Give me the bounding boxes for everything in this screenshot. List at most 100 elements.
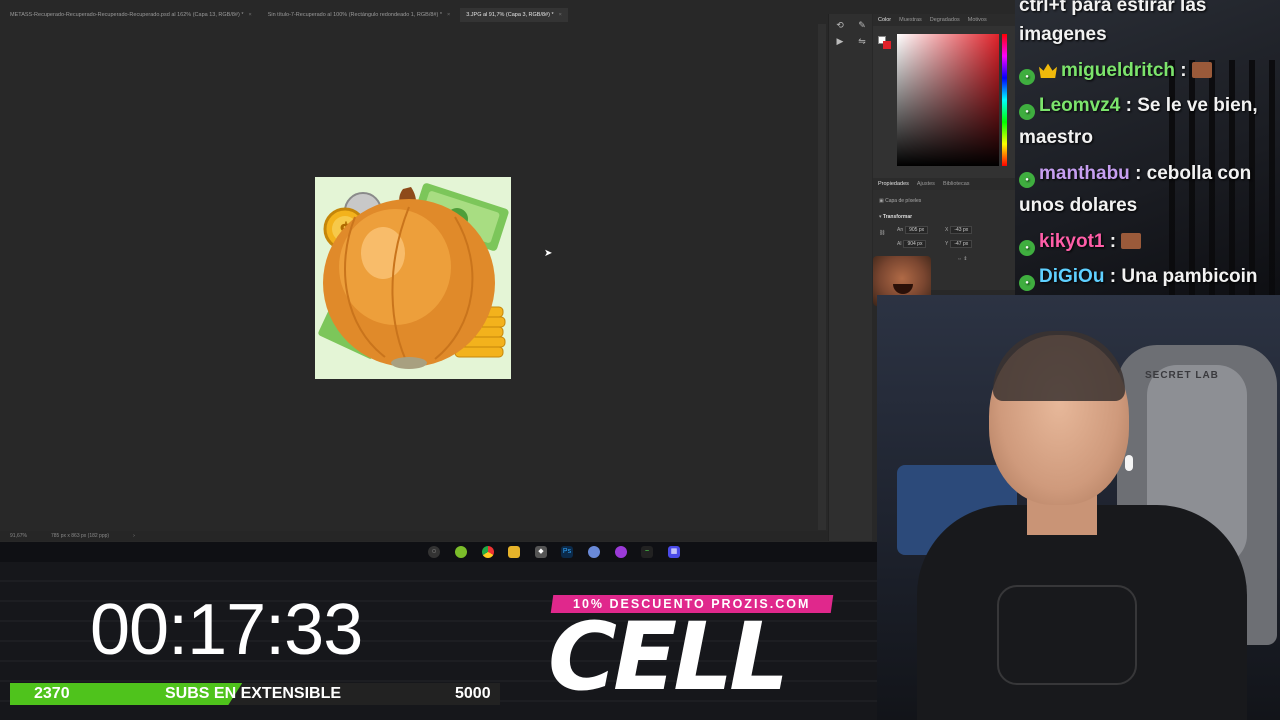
taskbar: ◌ ◆ Ps ~ ▦ [0, 542, 877, 562]
height-value[interactable]: 904 px [903, 240, 927, 248]
shirt-print [997, 585, 1137, 685]
transform-label: Transformar [882, 214, 913, 220]
subs-label: SUBS EN EXTENSIBLE [165, 685, 342, 702]
tab-gradients[interactable]: Degradados [930, 17, 960, 23]
transform-header[interactable]: ▾ Transformar [879, 214, 912, 220]
tab-swatches[interactable]: Muestras [899, 17, 922, 23]
layer-type-row: ▣ Capa de píxeles [879, 198, 921, 204]
close-icon[interactable]: × [248, 12, 251, 18]
message-text: Se le ve bien, [1137, 95, 1258, 116]
link-icon[interactable]: ⛓ [879, 230, 885, 236]
tab-properties[interactable]: Propiedades [878, 181, 909, 187]
zoom-level[interactable]: 91,67% [10, 533, 27, 539]
x-value[interactable]: -43 px [950, 226, 973, 234]
chat-badge-icon: ● [1019, 275, 1035, 291]
tab-patterns[interactable]: Motivos [968, 17, 987, 23]
xbox-icon[interactable] [455, 546, 467, 558]
crown-icon [1039, 63, 1057, 78]
tab-libraries[interactable]: Bibliotecas [943, 181, 970, 187]
x-field[interactable]: X -43 px [945, 226, 973, 234]
layer-type-label: Capa de píxeles [885, 198, 922, 204]
color-picker-field[interactable] [897, 34, 999, 166]
close-icon[interactable]: × [559, 12, 562, 18]
chat-message: ● Leomvz4 : Se le ve bien, [1019, 90, 1258, 122]
tab-label: Sin título-7-Recuperado al 100% (Rectáng… [267, 12, 442, 18]
emote-icon [1121, 233, 1142, 249]
adjust-icon[interactable]: ⇋ [857, 36, 867, 46]
flip-icon[interactable]: ⇔ ⇕ [957, 256, 968, 262]
onion-image: $ [315, 177, 511, 379]
chat-username[interactable]: DiGiOu [1039, 266, 1104, 287]
chat-message: unos dolares [1019, 190, 1137, 222]
message-text: Una pambicoin [1121, 266, 1258, 287]
message-separator: : [1109, 266, 1117, 287]
chat-message: ● DiGiOu : Una pambicoin [1019, 261, 1258, 293]
message-text: maestro [1019, 127, 1093, 148]
message-text: imagenes [1019, 24, 1107, 45]
doc-tab-1[interactable]: METASS-Recuperado-Recuperado-Recuperado-… [4, 8, 258, 22]
terminal-icon[interactable]: ~ [641, 546, 653, 558]
doc-tab-2[interactable]: Sin título-7-Recuperado al 100% (Rectáng… [262, 8, 457, 22]
file-explorer-icon[interactable] [508, 546, 520, 558]
streamer-hair [993, 331, 1125, 401]
height-field[interactable]: Al 904 px [897, 240, 927, 248]
discord-icon[interactable] [588, 546, 600, 558]
message-separator: : [1109, 231, 1117, 252]
y-field[interactable]: Y -47 px [945, 240, 973, 248]
chat-badge-icon: ● [1019, 240, 1035, 256]
brand-logo: CELL [548, 603, 789, 712]
chat-username[interactable]: Leomvz4 [1039, 95, 1120, 116]
message-separator: : [1125, 95, 1132, 116]
subathon-timer: 00:17:33 [90, 590, 363, 670]
chat-username[interactable]: migueldritch [1061, 60, 1175, 81]
chat-message: ● manthabu : cebolla con [1019, 158, 1251, 190]
photoshop-window: METASS-Recuperado-Recuperado-Recuperado-… [0, 0, 1015, 545]
hue-slider[interactable] [1002, 34, 1007, 166]
chat-message: maestro [1019, 122, 1093, 154]
right-panels: Color Muestras Degradados Motivos Propie… [873, 14, 1015, 290]
play-icon[interactable]: ▶ [835, 36, 845, 46]
chat-overlay: ctrl+t para estirar las imagenes ● miguel… [1015, 0, 1280, 295]
vertical-scrollbar[interactable] [818, 24, 826, 530]
chat-message: ● migueldritch : [1019, 55, 1212, 87]
obs-icon[interactable]: ◆ [535, 546, 547, 558]
chat-badge-icon: ● [1019, 69, 1035, 85]
y-value[interactable]: -47 px [950, 240, 973, 248]
subs-progress-bar: 2370 SUBS EN EXTENSIBLE 5000 [10, 683, 500, 705]
document-tabs: METASS-Recuperado-Recuperado-Recuperado-… [0, 8, 830, 22]
properties-tabs: Propiedades Ajustes Bibliotecas [873, 178, 1015, 190]
chat-username[interactable]: manthabu [1039, 163, 1130, 184]
background-color-swatch[interactable] [883, 41, 891, 49]
app-grid-icon[interactable]: ▦ [668, 546, 680, 558]
chat-message: imagenes [1019, 19, 1107, 51]
history-icon[interactable]: ⟲ [835, 20, 845, 30]
earbud-icon [1125, 455, 1133, 471]
panel-toolstrip: ⟲ ▶ ✎ ⇋ [828, 14, 872, 541]
height-label: Al [897, 241, 902, 247]
width-field[interactable]: An 905 px [897, 226, 929, 234]
photoshop-icon[interactable]: Ps [561, 546, 573, 558]
browser-icon[interactable] [615, 546, 627, 558]
pixel-layer-icon: ▣ [879, 198, 884, 204]
chrome-icon[interactable] [482, 546, 494, 558]
message-separator: : [1180, 60, 1187, 81]
tab-adjustments[interactable]: Ajustes [917, 181, 935, 187]
firefox-icon[interactable]: ◌ [428, 546, 440, 558]
doc-tab-3[interactable]: 3.JPG al 91,7% (Capa 3, RGB/8#) * × [460, 8, 568, 22]
emote-icon [1191, 62, 1212, 78]
canvas-area[interactable]: $ [6, 24, 818, 530]
status-arrow-icon[interactable]: › [133, 533, 135, 539]
chat-username[interactable]: kikyot1 [1039, 231, 1104, 252]
tab-label: 3.JPG al 91,7% (Capa 3, RGB/8#) * [466, 12, 554, 18]
width-value[interactable]: 905 px [905, 226, 929, 234]
webcam-feed: SECRET LAB [877, 295, 1280, 720]
brush-icon[interactable]: ✎ [857, 20, 867, 30]
subs-goal: 5000 [455, 685, 491, 702]
canvas-document[interactable]: $ [315, 177, 511, 379]
y-label: Y [945, 241, 949, 247]
close-icon[interactable]: × [447, 12, 450, 18]
message-text: cebolla con [1146, 163, 1252, 184]
x-label: X [945, 227, 949, 233]
tab-color[interactable]: Color [878, 17, 891, 23]
message-text: ctrl+t para estirar las [1019, 0, 1207, 16]
